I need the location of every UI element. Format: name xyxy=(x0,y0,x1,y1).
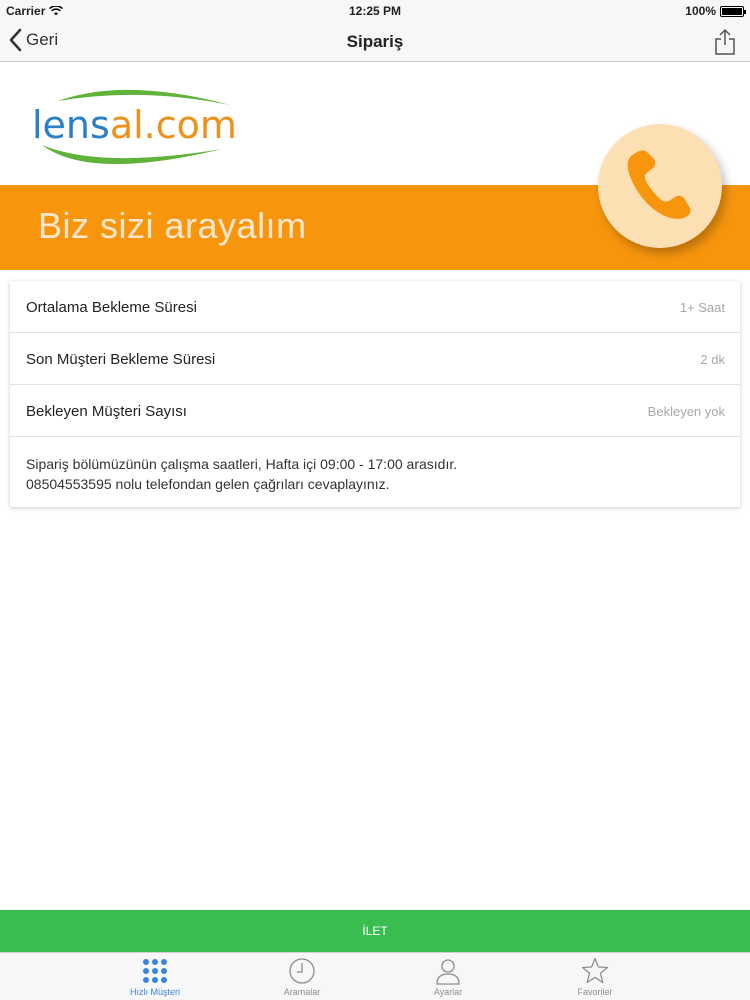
svg-text:lensal.com: lensal.com xyxy=(32,103,237,147)
share-button[interactable] xyxy=(714,28,736,61)
tab-favorites[interactable]: Favoriler xyxy=(535,953,655,1000)
row-label: Bekleyen Müşteri Sayısı xyxy=(26,403,187,420)
person-icon xyxy=(436,959,460,985)
share-icon xyxy=(715,28,735,55)
phone-icon xyxy=(627,150,691,219)
tab-label: Hızlı Müşteri xyxy=(129,987,180,997)
tab-label: Ayarlar xyxy=(433,987,463,997)
page-title: Sipariş xyxy=(346,32,404,51)
note-line: 08504553595 nolu telefondan gelen çağrıl… xyxy=(26,476,390,492)
average-wait-row: Ortalama Bekleme Süresi 1+ Saat xyxy=(10,281,740,333)
row-value: 1+ Saat xyxy=(679,300,725,315)
row-label: Ortalama Bekleme Süresi xyxy=(26,299,197,316)
tab-label: Favoriler xyxy=(577,987,613,997)
grid-icon xyxy=(143,959,167,983)
note-line: Sipariş bölümüzünün çalışma saatleri, Ha… xyxy=(26,456,458,472)
banner-text: Biz sizi arayalım xyxy=(38,205,307,246)
waiting-count-row: Bekleyen Müşteri Sayısı Bekleyen yok xyxy=(10,385,740,437)
row-value: 2 dk xyxy=(700,352,725,367)
tab-quick-customer[interactable]: Hızlı Müşteri xyxy=(95,953,215,1000)
tab-label: Aramalar xyxy=(283,987,321,997)
logo-text-blue: lens xyxy=(32,103,110,147)
logo-text-orange: al.com xyxy=(110,103,237,147)
battery-indicator: 100% xyxy=(685,4,746,18)
navigation-bar: Geri Sipariş xyxy=(0,22,750,62)
tab-calls[interactable]: Aramalar xyxy=(242,953,362,1000)
info-card: Ortalama Bekleme Süresi 1+ Saat Son Müşt… xyxy=(10,281,740,507)
tab-bar: Hızlı Müşteri Aramalar Ayarlar Favoriler xyxy=(0,952,750,1000)
row-value: Bekleyen yok xyxy=(647,404,725,419)
row-label: Son Müşteri Bekleme Süresi xyxy=(26,351,216,368)
battery-icon xyxy=(720,5,746,17)
call-button[interactable] xyxy=(598,124,722,248)
star-icon xyxy=(581,957,609,984)
working-hours-note: Sipariş bölümüzünün çalışma saatleri, Ha… xyxy=(26,454,726,494)
forward-button[interactable]: İLET xyxy=(0,910,750,952)
lensal-logo: lensal.com xyxy=(32,89,237,165)
tab-settings[interactable]: Ayarlar xyxy=(388,953,508,1000)
battery-percent: 100% xyxy=(685,4,716,18)
status-bar: Carrier 12:25 PM 100% xyxy=(0,0,750,22)
clock: 12:25 PM xyxy=(348,4,402,18)
clock-icon xyxy=(289,958,315,984)
last-wait-row: Son Müşteri Bekleme Süresi 2 dk xyxy=(10,333,740,385)
